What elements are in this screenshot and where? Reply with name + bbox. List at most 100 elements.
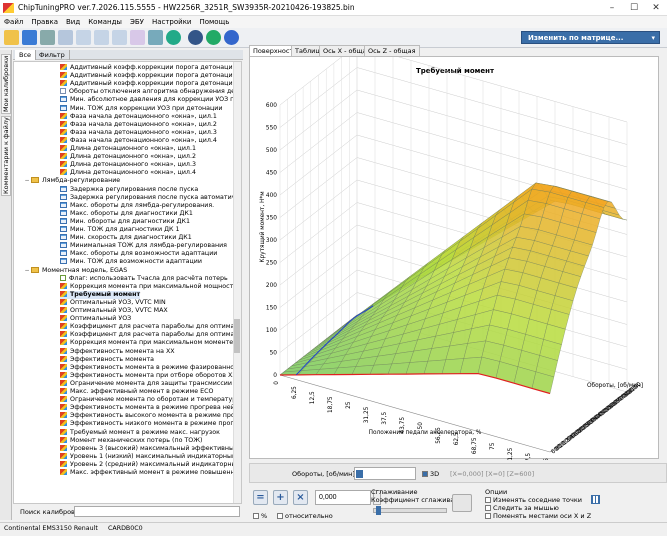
tree-item[interactable]: Макс. эффективный момент в режиме повыше… (60, 469, 241, 477)
axis-label: Обороты, [об/мин] (292, 470, 355, 478)
tree-item[interactable]: Эффективность момента в режиме фазирован… (60, 363, 241, 372)
tree-item[interactable]: − Лямбда-регулирование (24, 177, 120, 185)
tree-item[interactable]: Уровень 2 (средний) максимальный индикат… (60, 460, 241, 469)
tree-item[interactable]: Мин. ТОЖ для возможности адаптации (60, 258, 202, 266)
help-icon[interactable] (224, 30, 239, 45)
axis-slider[interactable] (354, 467, 416, 480)
minimize-icon[interactable]: – (601, 0, 623, 16)
print-icon[interactable] (40, 30, 55, 45)
surface-chart[interactable]: Требуемый момент 0 50 100 150 200 250 300 350 400… (249, 56, 659, 460)
pct-check[interactable]: % (253, 512, 267, 520)
tree-item[interactable]: Аддитивный коэфф.коррекции порога детона… (60, 72, 241, 80)
tree-item[interactable]: Фаза начала детонационного «окна», цил.3 (60, 128, 217, 137)
tree-item[interactable]: Мин. ТОЖ для диагностики ДК 1 (60, 226, 180, 234)
multiply-button[interactable]: × (293, 490, 308, 505)
save-icon[interactable] (22, 30, 37, 45)
menu-commands[interactable]: Команды (84, 16, 126, 28)
change-by-matrix-button[interactable]: Изменить по матрице... ▾ (521, 31, 660, 44)
tree-scrollbar[interactable] (233, 62, 241, 503)
open-folder-icon[interactable] (4, 30, 19, 45)
copy-icon[interactable] (76, 30, 91, 45)
tree-item[interactable]: Мин. скорость для диагностики ДК1 (60, 234, 192, 242)
equals-button[interactable]: = (253, 490, 268, 505)
menu-settings[interactable]: Настройки (148, 16, 196, 28)
smoothing-thumb[interactable] (376, 506, 381, 515)
gear-icon[interactable] (188, 30, 203, 45)
tree-item[interactable]: Эффективность низкого момента в режиме п… (60, 420, 241, 428)
tree-item[interactable]: Оптимальный УОЗ, VVTC MIN (60, 298, 166, 307)
menu-help[interactable]: Помощь (195, 16, 233, 28)
tools-icon[interactable] (148, 30, 163, 45)
tree-item[interactable]: Уровень 1 (низкий) максимальный индикато… (60, 452, 241, 461)
tree-item[interactable]: Макс. обороты для возможности адаптации (60, 250, 217, 258)
tree-item[interactable]: Ограничение момента по оборотам и темпер… (60, 396, 240, 404)
tree-item-label: Длина детонационного «окна», цил.2 (70, 153, 196, 161)
maximize-icon[interactable]: ☐ (623, 0, 645, 16)
chk-3d[interactable]: 3D (422, 470, 439, 478)
tree-item[interactable]: Макс. обороты для лямбда-регулирования. (60, 201, 214, 210)
tree-item[interactable]: Фаза начала детонационного «окна», цил.4 (60, 136, 217, 145)
undo-icon[interactable] (112, 30, 127, 45)
option-neighbors[interactable]: Изменять соседние точки (485, 496, 582, 504)
tree-item[interactable]: Уровень 3 (высокий) максимальный эффекти… (60, 444, 241, 453)
tree-item[interactable]: Флаг: использовать Тчасла для расчёта по… (60, 274, 228, 283)
close-icon[interactable]: ✕ (645, 0, 667, 16)
tree-item[interactable]: Ограничение момента для защиты трансмисс… (60, 379, 232, 388)
expand-toggle-icon[interactable]: − (24, 267, 30, 275)
tree-item[interactable]: Мин. обороты для диагностики ДК1 (60, 217, 190, 226)
plus-button[interactable]: + (273, 490, 288, 505)
relative-check[interactable]: относительно (277, 512, 333, 520)
edit-icon[interactable] (58, 30, 73, 45)
tree-item[interactable]: Оптимальный УОЗ, VVTC MAX (60, 307, 168, 315)
tree-item[interactable]: Фаза начала детонационного «окна», цил.1 (60, 112, 217, 121)
tree-item[interactable]: Коррекция момента при максимальном момен… (60, 339, 233, 347)
menu-view[interactable]: Вид (62, 16, 84, 28)
tree-item[interactable]: Мин. ТОЖ для коррекции УОЗ при детонации (60, 104, 222, 113)
slider-thumb[interactable] (356, 470, 363, 478)
smoothing-slider[interactable] (373, 506, 447, 515)
tree-item[interactable]: Оптимальный УОЗ (60, 315, 131, 323)
tab-all[interactable]: Все (15, 50, 37, 60)
map-3d-icon (60, 452, 67, 459)
tree-item[interactable]: Эффективность момента при отборе оборото… (60, 371, 237, 380)
option-swap-axes[interactable]: Поменять местами оси X и Z (485, 512, 591, 520)
tree-item[interactable]: Эффективность момента в режиме прогрева … (60, 404, 241, 412)
tab-axis-z[interactable]: Ось Z - общая (364, 45, 420, 56)
tab-file-comments[interactable]: Комментарии к файлу (1, 116, 11, 196)
menu-file[interactable]: Файл (0, 16, 27, 28)
tree-item[interactable]: − Моментная модель, EGAS (24, 266, 127, 275)
tree-scroll-thumb[interactable] (234, 319, 240, 353)
grid-icon[interactable] (591, 495, 600, 504)
diamond-icon[interactable] (166, 30, 181, 45)
tree-item[interactable]: Эффективность высокого момента в режиме … (60, 412, 241, 420)
tab-filter[interactable]: Фильтр (35, 50, 70, 60)
tree-item[interactable]: Требуемый момент (60, 290, 141, 299)
menu-edit[interactable]: Правка (27, 16, 62, 28)
option-follow-mouse[interactable]: Следить за мышью (485, 504, 559, 512)
tree-item[interactable]: Эффективность момента на XX (60, 347, 175, 356)
tree-item[interactable]: Момент механических потерь (по ТОЖ) (60, 436, 203, 445)
redo-icon[interactable] (130, 30, 145, 45)
tree-item[interactable]: Коэффициент для расчета параболы для опт… (60, 331, 241, 339)
smoothing-button[interactable] (452, 494, 472, 512)
expand-toggle-icon[interactable]: − (24, 177, 30, 185)
tree-item[interactable]: Длина детонационного «окна», цил.1 (60, 145, 196, 153)
search-input[interactable] (74, 506, 240, 517)
tab-my-calibrations[interactable]: Мои калибровки (1, 54, 11, 114)
tree-item[interactable]: Задержка регулирования после пуска (60, 185, 198, 194)
tree-item[interactable]: Требуемый момент в режиме макс. нагрузок (60, 428, 220, 437)
paste-icon[interactable] (94, 30, 109, 45)
tree-item[interactable]: Эффективность момента (60, 355, 154, 364)
tree-item[interactable]: Коррекция момента при максимальной мощно… (60, 282, 237, 291)
tree-item[interactable]: Мин. абсолютное давления для коррекции У… (60, 96, 241, 104)
tree-item[interactable]: Аддитивный коэфф.коррекции порога детона… (60, 64, 241, 72)
tree-item[interactable]: Длина детонационного «окна», цил.3 (60, 161, 196, 169)
tree-item[interactable]: Длина детонационного «окна», цил.2 (60, 153, 196, 161)
menu-ecu[interactable]: ЭБУ (126, 16, 148, 28)
tree-item[interactable]: Макс. эффективный момент в режиме ECO (60, 388, 213, 396)
value-input[interactable] (315, 490, 371, 505)
connect-icon[interactable] (206, 30, 221, 45)
tree-item[interactable]: Макс. обороты для диагностики ДК1 (60, 209, 193, 218)
tree-item[interactable]: Задержка регулирования после пуска автом… (60, 193, 241, 202)
tree-item[interactable]: Фаза начала детонационного «окна», цил.2 (60, 120, 217, 129)
